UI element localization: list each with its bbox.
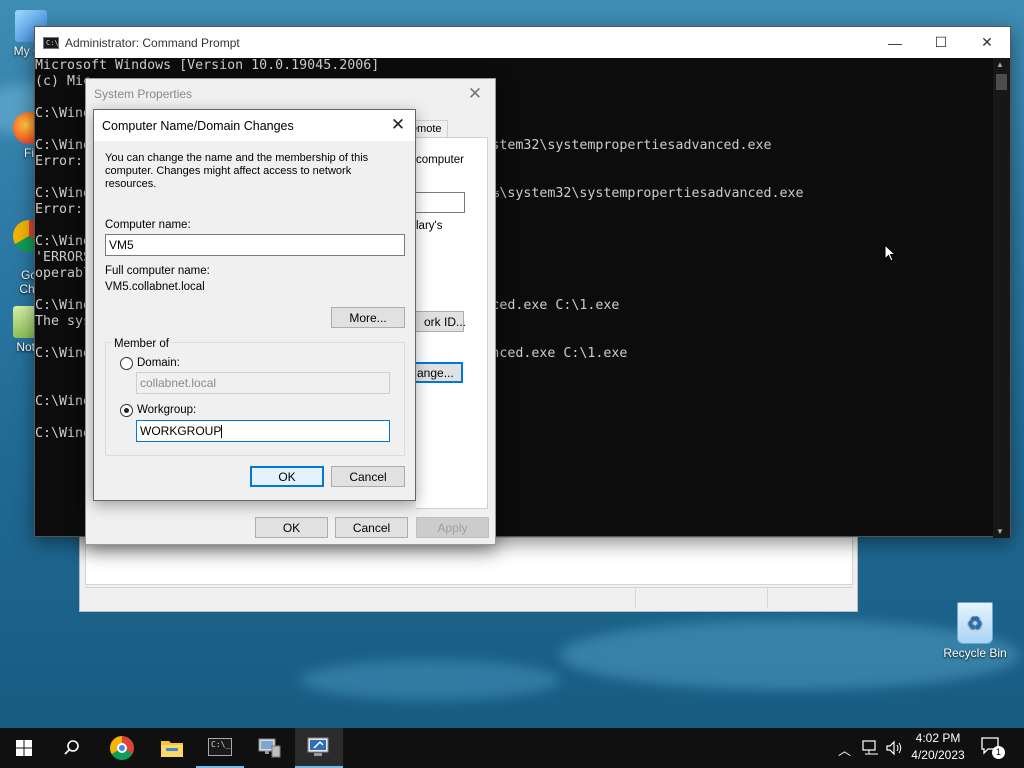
clock-time: 4:02 PM bbox=[915, 731, 961, 745]
system-properties-title: System Properties bbox=[94, 87, 193, 101]
desktop-icon-recycle-bin[interactable]: ♻ Recycle Bin bbox=[940, 602, 1010, 660]
taskbar-chrome[interactable] bbox=[98, 728, 146, 768]
panel-text-fragment: computer bbox=[416, 154, 464, 166]
dialog-titlebar[interactable]: Computer Name/Domain Changes ✕ bbox=[94, 110, 415, 141]
dialog-close-button[interactable]: ✕ bbox=[381, 110, 415, 140]
cancel-button[interactable]: Cancel bbox=[335, 517, 408, 538]
action-center-button[interactable]: 1 bbox=[980, 736, 1005, 760]
full-name-value: VM5.collabnet.local bbox=[105, 281, 205, 293]
search-icon bbox=[64, 740, 79, 755]
dialog-cancel-button[interactable]: Cancel bbox=[331, 466, 405, 487]
member-of-label: Member of bbox=[112, 338, 171, 350]
minimize-button[interactable]: — bbox=[872, 27, 918, 58]
dialog-title: Computer Name/Domain Changes bbox=[102, 118, 294, 133]
cmd-output-line: Error: bbox=[35, 154, 84, 169]
cmd-titlebar[interactable]: C:\ Administrator: Command Prompt — ☐ ✕ bbox=[35, 27, 1010, 58]
computer-name-input[interactable]: VM5 bbox=[105, 234, 405, 256]
cmd-output-line: C:\Wind bbox=[35, 426, 92, 441]
system-properties-titlebar[interactable]: System Properties ✕ bbox=[86, 79, 495, 109]
workgroup-radio[interactable] bbox=[120, 404, 133, 417]
computer-name-label: Computer name: bbox=[105, 219, 191, 231]
cmd-icon: C:\ bbox=[43, 36, 59, 49]
background-window bbox=[79, 536, 858, 612]
folder-icon bbox=[161, 741, 183, 757]
cmd-icon: C:\_ bbox=[208, 738, 232, 756]
cmd-output-line: C:\Wind bbox=[35, 106, 92, 121]
clock[interactable]: 4:02 PM 4/20/2023 bbox=[905, 730, 971, 764]
text-caret bbox=[221, 425, 223, 439]
search-button[interactable] bbox=[48, 728, 96, 768]
taskbar-command-prompt[interactable]: C:\_ bbox=[196, 728, 244, 768]
more-button[interactable]: More... bbox=[331, 307, 405, 328]
ok-button[interactable]: OK bbox=[255, 517, 328, 538]
apply-button[interactable]: Apply bbox=[416, 517, 489, 538]
recycle-bin-icon: ♻ bbox=[957, 602, 993, 644]
cmd-title: Administrator: Command Prompt bbox=[65, 35, 240, 50]
dialog-ok-button[interactable]: OK bbox=[250, 466, 324, 487]
workgroup-input[interactable]: WORKGROUP bbox=[136, 420, 390, 442]
computer-name-dialog[interactable]: Computer Name/Domain Changes ✕ You can c… bbox=[93, 109, 416, 501]
change-button[interactable]: ange... bbox=[416, 362, 463, 383]
cmd-scrollbar[interactable]: ▲ ▼ bbox=[993, 58, 1010, 538]
workgroup-label: Workgroup: bbox=[137, 404, 197, 416]
maximize-button[interactable]: ☐ bbox=[918, 27, 964, 58]
cmd-output-line: Error: bbox=[35, 202, 84, 217]
desktop-icon-label: Recycle Bin bbox=[943, 646, 1007, 660]
scrollbar-thumb[interactable] bbox=[996, 74, 1007, 90]
system-properties-icon bbox=[307, 737, 329, 756]
mouse-cursor-icon bbox=[884, 244, 896, 262]
cmd-output-line: (c) Mic bbox=[35, 74, 92, 89]
description-field-fragment[interactable] bbox=[416, 192, 465, 213]
domain-label: Domain: bbox=[137, 357, 180, 369]
computer-management-icon bbox=[258, 738, 281, 758]
clock-date: 4/20/2023 bbox=[911, 748, 965, 762]
taskbar: C:\_ ︿ 4:02 PM 4/20/2023 1 bbox=[0, 728, 1024, 768]
cmd-output-line: The sys bbox=[35, 314, 92, 329]
start-button[interactable] bbox=[0, 728, 48, 768]
taskbar-system-app[interactable] bbox=[245, 728, 293, 768]
show-hidden-icons-chevron-up-icon[interactable]: ︿ bbox=[838, 740, 851, 759]
cmd-output-line: operabl bbox=[35, 266, 92, 281]
volume-icon[interactable] bbox=[885, 740, 903, 756]
network-id-button[interactable]: ork ID... bbox=[416, 311, 466, 332]
panel-text-fragment: lary's bbox=[416, 220, 443, 232]
full-name-label: Full computer name: bbox=[105, 265, 210, 277]
chrome-icon bbox=[110, 736, 134, 760]
windows-logo-icon bbox=[16, 740, 32, 756]
taskbar-system-properties[interactable] bbox=[295, 728, 343, 768]
network-icon[interactable] bbox=[862, 740, 880, 756]
wallpaper-wave bbox=[300, 660, 560, 700]
dialog-description: You can change the name and the membersh… bbox=[105, 152, 369, 190]
cmd-output-line: Microsoft Windows [Version 10.0.19045.20… bbox=[35, 58, 380, 73]
notification-badge: 1 bbox=[992, 746, 1005, 759]
close-button[interactable]: ✕ bbox=[964, 27, 1010, 58]
domain-input[interactable]: collabnet.local bbox=[136, 372, 390, 394]
cmd-output-line: C:\Wind bbox=[35, 234, 92, 249]
cmd-output-line: C:\Wind bbox=[35, 394, 92, 409]
system-properties-close-button[interactable]: ✕ bbox=[455, 79, 495, 109]
background-window-statusbar bbox=[85, 587, 853, 608]
domain-radio[interactable] bbox=[120, 357, 133, 370]
taskbar-file-explorer[interactable] bbox=[148, 728, 196, 768]
